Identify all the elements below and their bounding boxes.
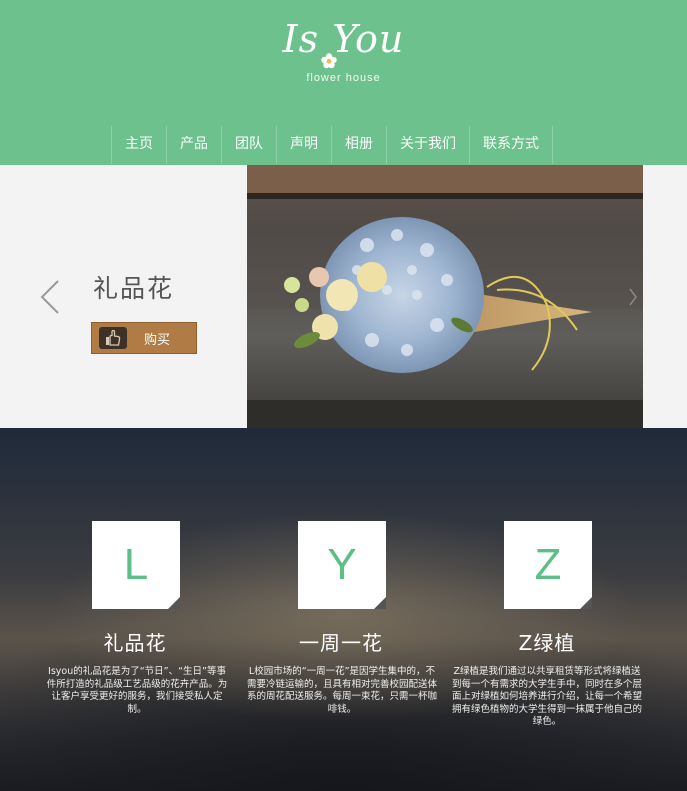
tile-fold-corner (168, 597, 180, 609)
logo-subtitle: flower house (306, 72, 381, 84)
nav-item-album[interactable]: 相册 (331, 126, 386, 164)
chevron-right-icon[interactable] (628, 287, 638, 307)
feature-title: Z绿植 (518, 631, 576, 655)
features-section: L 礼品花 Isyou的礼品花是为了“节日”、“生日”等事件所打造的礼品级工艺品… (0, 428, 687, 791)
bouquet-photo (247, 165, 643, 428)
feature-title: 一周一花 (299, 631, 383, 655)
tile-fold-corner (580, 597, 592, 609)
nav-item-home[interactable]: 主页 (111, 126, 166, 164)
feature-description: Z绿植是我们通过以共享租赁等形式将绿植送到每一个有需求的大学生手中，同时在多个层… (451, 666, 642, 727)
feature-letter: L (123, 540, 149, 589)
feature-description: L校园市场的“一周一花”是因学生集中的，不需要冷链运输的，且具有相对完善校园配送… (247, 666, 438, 715)
tile-fold-corner (374, 597, 386, 609)
feature-tile: L (92, 521, 180, 609)
main-nav: 主页 产品 团队 声明 相册 关于我们 联系方式 (111, 126, 553, 164)
hero-carousel: 礼品花 购买 (0, 165, 687, 428)
buy-button-label: 购买 (144, 332, 171, 348)
feature-title: 礼品花 (103, 631, 167, 655)
buy-button[interactable]: 购买 (91, 322, 197, 354)
feature-tile: Y (298, 521, 386, 609)
nav-item-statement[interactable]: 声明 (276, 126, 331, 164)
nav-item-contact[interactable]: 联系方式 (469, 126, 553, 164)
flower-icon (321, 53, 337, 69)
nav-item-team[interactable]: 团队 (221, 126, 276, 164)
hand-cursor-icon (99, 327, 127, 349)
logo[interactable]: Is You flower house (0, 14, 687, 84)
site-header: Is You flower house 主页 产品 团队 声明 相册 关于我们 … (0, 0, 687, 165)
nav-item-products[interactable]: 产品 (166, 126, 221, 164)
feature-letter: Y (327, 540, 357, 589)
feature-letter: Z (534, 540, 562, 589)
feature-description: Isyou的礼品花是为了“节日”、“生日”等事件所打造的礼品级工艺品级的花卉产品… (46, 666, 228, 715)
feature-tile: Z (504, 521, 592, 609)
chevron-left-icon[interactable] (38, 279, 62, 315)
slide-title: 礼品花 (93, 274, 175, 303)
logo-text: Is You (282, 17, 405, 61)
nav-item-about[interactable]: 关于我们 (386, 126, 469, 164)
